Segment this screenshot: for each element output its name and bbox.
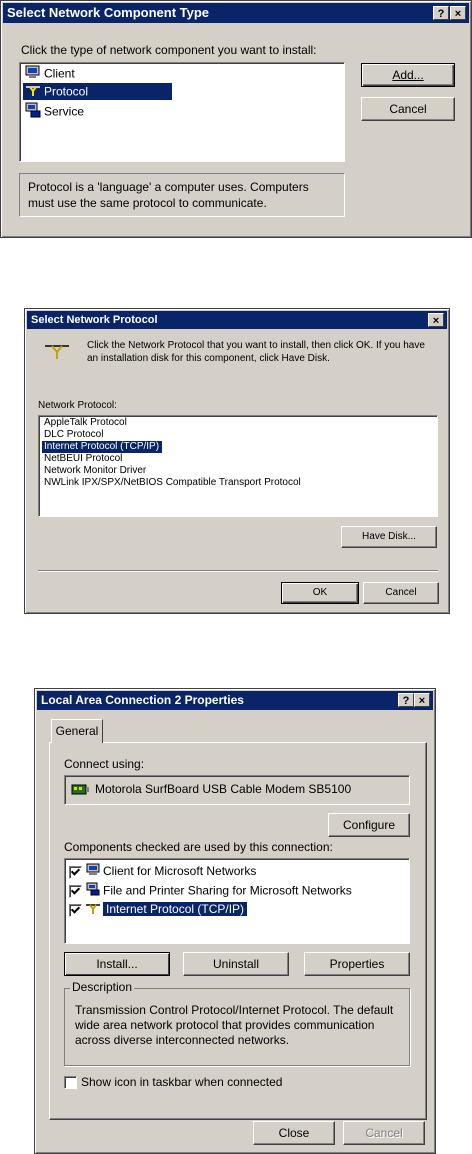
cancel-button[interactable]: Cancel — [343, 1121, 425, 1145]
client-computer-icon — [25, 65, 41, 84]
add-button[interactable]: Add... — [361, 63, 455, 87]
list-item[interactable]: AppleTalk Protocol — [42, 417, 130, 429]
description-line-1: Protocol is a 'language' a computer uses… — [28, 180, 309, 194]
ok-button[interactable]: OK — [281, 582, 359, 604]
list-item[interactable]: NetBEUI Protocol — [42, 453, 125, 465]
network-protocol-label: Network Protocol: — [38, 400, 117, 411]
component-checkbox[interactable] — [69, 865, 82, 879]
dialog3-titlebar[interactable]: Local Area Connection 2 Properties ? × — [37, 691, 433, 710]
components-list[interactable]: Client for Microsoft Networks File and P… — [64, 858, 410, 944]
adapter-box: Motorola SurfBoard USB Cable Modem SB510… — [64, 775, 410, 805]
component-row-file-printer[interactable]: File and Printer Sharing for Microsoft N… — [69, 882, 352, 899]
component-type-prompt: Click the type of network component you … — [21, 43, 317, 57]
instruction-line-2: an installation disk for this component,… — [87, 353, 330, 364]
tab-general[interactable]: General — [51, 719, 103, 743]
components-label: Components checked are used by this conn… — [64, 840, 333, 854]
select-component-type-dialog: Select Network Component Type ? × Click … — [0, 0, 472, 238]
install-button[interactable]: Install... — [64, 952, 170, 976]
dialog2-title: Select Network Protocol — [31, 314, 158, 326]
adapter-name: Motorola SurfBoard USB Cable Modem SB510… — [95, 782, 352, 796]
dialog2-titlebar[interactable]: Select Network Protocol × — [27, 311, 447, 329]
service-computer-icon — [25, 102, 41, 123]
show-icon-option[interactable]: Show icon in taskbar when connected — [64, 1075, 282, 1090]
list-item[interactable]: DLC Protocol — [42, 429, 106, 441]
divider — [38, 570, 438, 572]
client-computer-icon — [86, 863, 100, 881]
dialog1-titlebar[interactable]: Select Network Component Type ? × — [3, 3, 469, 23]
component-row-tcpip[interactable]: Internet Protocol (TCP/IP) — [69, 901, 248, 919]
cancel-button[interactable]: Cancel — [361, 97, 455, 121]
component-type-list[interactable]: Client Protocol Service — [19, 62, 345, 162]
protocol-plug-icon — [86, 901, 100, 919]
component-checkbox[interactable] — [69, 885, 82, 898]
help-button[interactable]: ? — [433, 6, 449, 20]
connect-using-label: Connect using: — [64, 757, 145, 771]
configure-button[interactable]: Configure — [328, 813, 410, 837]
close-button[interactable]: Close — [253, 1121, 335, 1145]
list-item[interactable]: NWLink IPX/SPX/NetBIOS Compatible Transp… — [42, 477, 304, 489]
component-checkbox[interactable] — [69, 903, 82, 917]
dialog3-title: Local Area Connection 2 Properties — [41, 693, 244, 707]
network-protocol-list[interactable]: AppleTalk Protocol DLC Protocol Internet… — [38, 415, 438, 517]
cancel-button[interactable]: Cancel — [363, 582, 439, 604]
description-group: Transmission Control Protocol/Internet P… — [64, 988, 410, 1066]
select-network-protocol-dialog: Select Network Protocol × Click the Netw… — [24, 308, 450, 614]
close-button[interactable]: × — [450, 6, 466, 20]
description-line-3: across diverse interconnected networks. — [75, 1033, 290, 1047]
component-row-client[interactable]: Client for Microsoft Networks — [69, 863, 256, 880]
description-line-2: must use the same protocol to communicat… — [28, 196, 267, 210]
tab-page: Connect using: Motorola SurfBoard USB Ca… — [49, 742, 427, 1120]
file-printer-sharing-icon — [86, 882, 100, 901]
close-button[interactable]: × — [428, 313, 444, 327]
close-button[interactable]: × — [414, 693, 430, 707]
description-group-label: Description — [70, 980, 135, 994]
list-item[interactable]: Network Monitor Driver — [42, 465, 149, 477]
description-line-1: Transmission Control Protocol/Internet P… — [75, 1003, 394, 1017]
list-item-service[interactable]: Service — [23, 102, 87, 119]
properties-button[interactable]: Properties — [304, 952, 410, 976]
network-adapter-icon — [71, 783, 89, 800]
description-line-2: wide area network protocol that provides… — [75, 1018, 375, 1032]
protocol-plug-icon — [25, 83, 41, 102]
help-button[interactable]: ? — [398, 693, 414, 707]
have-disk-button[interactable]: Have Disk... — [341, 526, 437, 548]
list-item[interactable]: Internet Protocol (TCP/IP) — [42, 441, 163, 453]
protocol-plug-icon — [45, 341, 69, 362]
instruction-line-1: Click the Network Protocol that you want… — [87, 340, 425, 351]
dialog1-title: Select Network Component Type — [7, 5, 210, 20]
uninstall-button[interactable]: Uninstall — [183, 952, 289, 976]
description-box: Protocol is a 'language' a computer uses… — [19, 173, 345, 217]
connection-properties-dialog: Local Area Connection 2 Properties ? × G… — [34, 688, 436, 1154]
list-item-client[interactable]: Client — [23, 65, 78, 82]
list-item-protocol[interactable]: Protocol — [23, 83, 172, 100]
show-icon-checkbox[interactable] — [64, 1076, 77, 1090]
